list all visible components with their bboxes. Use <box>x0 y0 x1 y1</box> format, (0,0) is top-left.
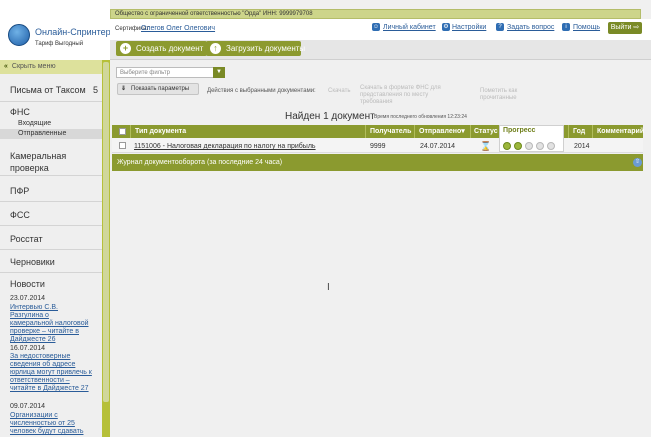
progress-step <box>547 142 555 150</box>
column-divider <box>470 125 471 138</box>
found-count: Найден 1 документ <box>285 111 375 122</box>
sidebar-item-label: ФНС <box>10 107 30 117</box>
upload-icon: ↑ <box>210 43 221 54</box>
news-date: 16.07.2014 <box>10 345 46 352</box>
column-divider <box>414 125 415 138</box>
sent-date-value: 24.07.2014 <box>420 143 456 150</box>
sidebar-item-label: Письма от Таксом <box>10 85 86 95</box>
exit-icon: ⇨ <box>633 24 640 31</box>
column-divider <box>130 125 131 138</box>
column-type[interactable]: Тип документа <box>135 125 186 138</box>
create-document-label: Создать документ <box>136 44 204 53</box>
help-icon: i <box>562 23 570 31</box>
journal-title: Журнал документооборота (за последние 24… <box>117 159 283 166</box>
top-bar: Сертификат: Олегов Олег Олегович ☺ Личны… <box>110 19 651 40</box>
user-icon: ☺ <box>372 23 380 31</box>
text-cursor-icon: I <box>327 282 330 293</box>
progress-step <box>514 142 522 150</box>
exit-label: Выйти <box>610 24 632 31</box>
column-progress[interactable]: Прогресс <box>503 127 535 134</box>
tariff-label: Тариф Выгодный <box>35 41 84 47</box>
certificate-link[interactable]: Олегов Олег Олегович <box>141 25 215 32</box>
exit-button[interactable]: Выйти ⇨ <box>608 22 642 34</box>
document-type-link[interactable]: 1151006 - Налоговая декларация по налогу… <box>134 143 316 150</box>
unread-count: 5 <box>93 85 99 95</box>
select-all-checkbox[interactable] <box>119 128 126 135</box>
hide-menu-button[interactable]: «Скрыть меню <box>0 60 102 74</box>
download-fns-action[interactable]: Скачать в формате ФНС для представления … <box>360 85 460 106</box>
double-chevron-left-icon: « <box>4 63 8 70</box>
filter-select[interactable]: Выберите фильтр <box>116 67 220 78</box>
last-update-time: Время последнего обновления 12:23:24 <box>374 114 467 120</box>
column-status[interactable]: Статус <box>474 125 498 138</box>
sidebar-subitem-sent[interactable]: Отправленные <box>0 129 102 139</box>
gear-icon: ⚙ <box>442 23 450 31</box>
download-action[interactable]: Скачать <box>328 88 351 95</box>
sidebar-scroll-thumb[interactable] <box>103 62 109 402</box>
create-document-button[interactable]: + Создать документ <box>116 41 207 56</box>
show-params-button[interactable]: ⇓ Показать параметры <box>117 83 199 95</box>
upload-documents-label: Загрузить документы <box>226 44 306 53</box>
ask-question-link[interactable]: Задать вопрос <box>507 24 554 31</box>
double-chevron-down-icon: ⇓ <box>121 86 127 92</box>
settings-link[interactable]: Настройки <box>452 24 486 31</box>
brand-title: Онлайн-Спринтер <box>35 27 111 37</box>
sidebar-item-label: ПФР <box>10 186 30 196</box>
sidebar-subitem-label: Входящие <box>18 120 52 127</box>
sidebar-news-heading: Новости <box>0 276 102 292</box>
upload-documents-button[interactable]: ↑ Загрузить документы <box>206 41 305 56</box>
help-link[interactable]: Помощь <box>573 24 600 31</box>
news-date: 09.07.2014 <box>10 403 46 410</box>
sidebar-item-pfr[interactable]: ПФР <box>0 180 102 202</box>
logo-icon <box>8 24 30 46</box>
progress-step <box>525 142 533 150</box>
journal-bar[interactable]: Журнал документооборота (за последние 24… <box>112 154 643 171</box>
hide-menu-label: Скрыть меню <box>11 63 56 70</box>
sidebar-item-drafts[interactable]: Черновики <box>0 251 102 273</box>
news-link[interactable]: Интервью С.В. Разгулина о камеральной на… <box>10 304 92 344</box>
column-divider <box>568 125 569 138</box>
progress-step <box>536 142 544 150</box>
show-params-label: Показать параметры <box>131 86 190 92</box>
column-sent-label: Отправлено <box>419 128 462 135</box>
actions-label: Действия с выбранными документами: <box>207 88 316 94</box>
column-comment[interactable]: Комментарий <box>597 125 644 138</box>
column-sent[interactable]: Отправлено▾ <box>419 125 465 138</box>
sidebar-item-label: ФСС <box>10 210 30 220</box>
sort-down-icon: ▾ <box>461 128 465 135</box>
sidebar-subitem-incoming[interactable]: Входящие <box>0 119 102 128</box>
news-link[interactable]: Организации с численностью от 25 человек… <box>10 412 92 436</box>
personal-cabinet-link[interactable]: Личный кабинет <box>383 24 436 31</box>
toolbar: + Создать документ ↑ Загрузить документы <box>110 40 651 60</box>
progress-step <box>503 142 511 150</box>
sidebar-item-label: Росстат <box>10 234 43 244</box>
sidebar-item-fns[interactable]: ФНС <box>0 104 102 120</box>
mark-read-action[interactable]: Пометить как прочитанные <box>480 88 535 102</box>
sidebar-subitem-label: Отправленные <box>18 130 67 137</box>
column-recipient[interactable]: Получатель <box>370 125 411 138</box>
year-value: 2014 <box>574 143 590 150</box>
news-link[interactable]: За недостоверные сведения об адресе юрли… <box>10 353 92 393</box>
hourglass-icon: ⌛ <box>480 141 492 151</box>
sidebar-item-rosstat[interactable]: Росстат <box>0 228 102 250</box>
double-chevron-up-icon[interactable]: ⇧ <box>633 158 642 167</box>
sidebar-item-label: Камеральная проверка <box>10 151 67 173</box>
chevron-down-icon[interactable]: ▼ <box>213 67 225 78</box>
sidebar-item-fss[interactable]: ФСС <box>0 204 102 226</box>
news-heading-label: Новости <box>10 279 45 289</box>
question-icon: ? <box>496 23 504 31</box>
plus-icon: + <box>120 43 131 54</box>
organization-strip: Общество с ограниченной ответственностью… <box>110 9 641 19</box>
recipient-value: 9999 <box>370 143 386 150</box>
row-checkbox[interactable] <box>119 142 126 149</box>
column-divider <box>365 125 366 138</box>
news-date: 23.07.2014 <box>10 295 46 302</box>
organization-name: Общество с ограниченной ответственностью… <box>115 11 313 17</box>
column-year[interactable]: Год <box>573 125 585 138</box>
sidebar-item-label: Черновики <box>10 257 55 267</box>
column-divider <box>592 125 593 138</box>
sidebar-item-desk-audit[interactable]: Камеральная проверка <box>0 146 102 176</box>
sidebar-item-taxcom-letters[interactable]: Письма от Таксом 5 <box>0 80 102 102</box>
